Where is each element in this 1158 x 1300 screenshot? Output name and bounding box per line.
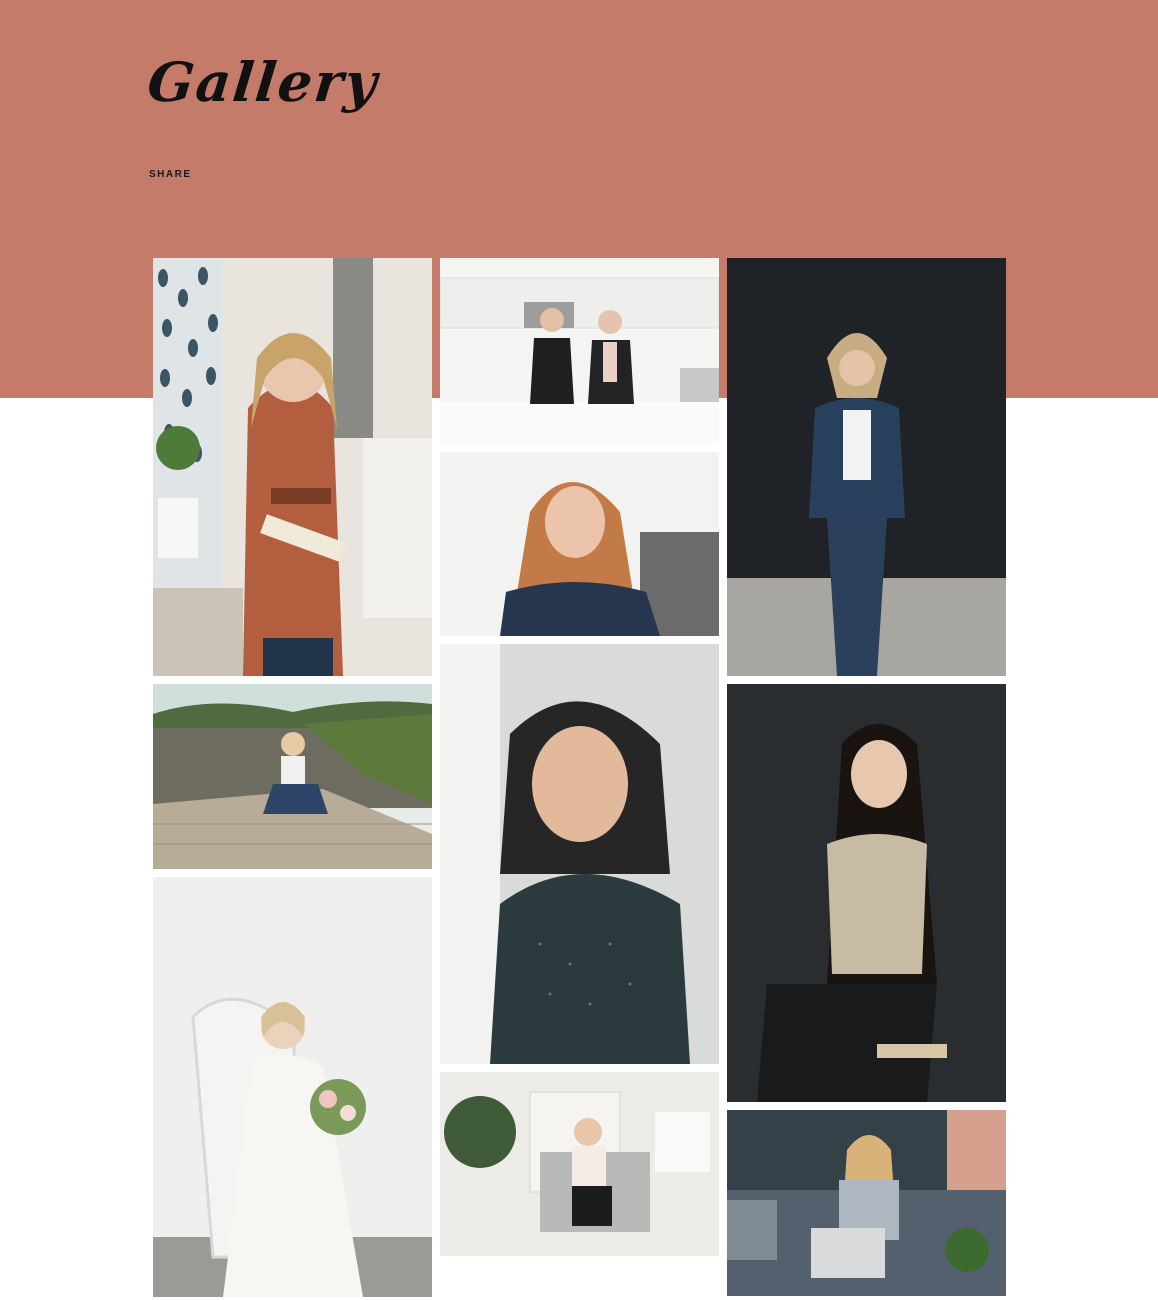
gallery-photo-dark-hair-smiling[interactable] (440, 644, 719, 1064)
gallery-photo-long-dark-hair-stool[interactable] (727, 684, 1006, 1102)
share-button[interactable]: SHARE (149, 169, 192, 180)
gallery-photo-bride-wicker-chair[interactable] (153, 877, 432, 1297)
gallery-photo-two-women-kitchen[interactable] (440, 258, 719, 444)
gallery-photo-redhead-denim[interactable] (440, 452, 719, 636)
gallery-photo-woman-laptop-sofa[interactable] (727, 1110, 1006, 1296)
page-title: Gallery (144, 50, 382, 114)
gallery-photo-woman-armchair[interactable] (440, 1072, 719, 1256)
gallery-photo-woman-navy-suit[interactable] (727, 258, 1006, 676)
gallery-photo-woman-rust-jacket[interactable] (153, 258, 432, 676)
gallery-photo-woman-on-dock[interactable] (153, 684, 432, 869)
